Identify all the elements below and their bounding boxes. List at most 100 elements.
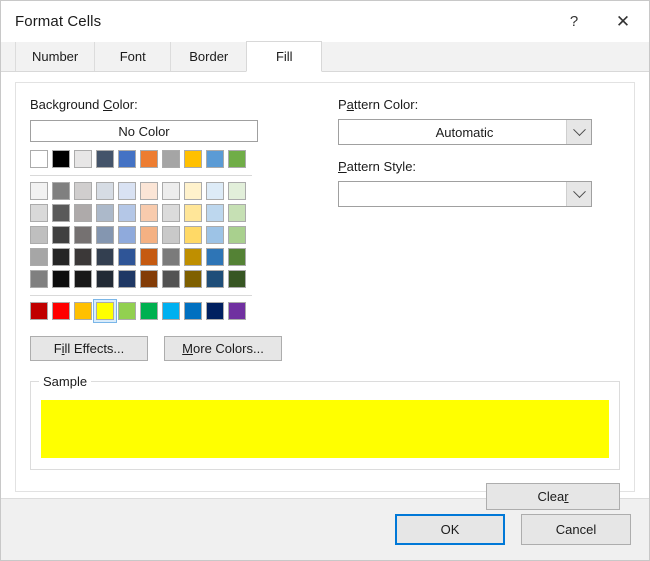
theme-swatch-3[interactable]: [96, 150, 114, 168]
tint-row-4: [30, 270, 252, 292]
tint-swatch-2-9[interactable]: [228, 226, 246, 244]
tint-swatch-3-5[interactable]: [140, 248, 158, 266]
tint-swatch-0-1[interactable]: [52, 182, 70, 200]
standard-swatch-4[interactable]: [118, 302, 136, 320]
tab-number[interactable]: Number: [15, 42, 94, 71]
standard-swatch-3[interactable]: [96, 302, 114, 320]
theme-swatch-9[interactable]: [228, 150, 246, 168]
tint-swatch-2-4[interactable]: [118, 226, 136, 244]
tint-swatch-3-6[interactable]: [162, 248, 180, 266]
tint-swatch-1-5[interactable]: [140, 204, 158, 222]
tint-swatch-2-3[interactable]: [96, 226, 114, 244]
theme-swatch-5[interactable]: [140, 150, 158, 168]
tint-swatch-1-3[interactable]: [96, 204, 114, 222]
tint-swatch-0-0[interactable]: [30, 182, 48, 200]
standard-swatch-9[interactable]: [228, 302, 246, 320]
pattern-section: Pattern Color: Automatic Pattern Style:: [338, 97, 600, 207]
close-icon[interactable]: ✕: [597, 1, 649, 42]
title-bar: Format Cells ? ✕: [1, 1, 649, 42]
standard-swatch-0[interactable]: [30, 302, 48, 320]
palette-divider-top: [30, 175, 252, 176]
theme-swatch-8[interactable]: [206, 150, 224, 168]
tint-swatch-0-3[interactable]: [96, 182, 114, 200]
tint-swatch-2-2[interactable]: [74, 226, 92, 244]
tint-row-0: [30, 182, 252, 204]
chevron-down-icon[interactable]: [566, 182, 591, 206]
tint-swatch-0-7[interactable]: [184, 182, 202, 200]
tint-swatch-1-4[interactable]: [118, 204, 136, 222]
tint-swatch-4-1[interactable]: [52, 270, 70, 288]
tint-swatch-3-9[interactable]: [228, 248, 246, 266]
tint-swatch-3-3[interactable]: [96, 248, 114, 266]
tint-swatch-3-8[interactable]: [206, 248, 224, 266]
help-icon[interactable]: ?: [551, 1, 597, 42]
tab-fill[interactable]: Fill: [246, 41, 322, 72]
standard-swatch-7[interactable]: [184, 302, 202, 320]
tint-row-3: [30, 248, 252, 270]
standard-colors-row: [30, 302, 252, 324]
tint-swatch-3-7[interactable]: [184, 248, 202, 266]
format-cells-dialog: Format Cells ? ✕ Number Font Border Fill…: [0, 0, 650, 561]
standard-swatch-2[interactable]: [74, 302, 92, 320]
tint-swatch-4-0[interactable]: [30, 270, 48, 288]
tint-swatch-2-7[interactable]: [184, 226, 202, 244]
tint-swatch-4-2[interactable]: [74, 270, 92, 288]
tint-swatch-4-3[interactable]: [96, 270, 114, 288]
theme-colors-row: [30, 150, 252, 172]
theme-swatch-4[interactable]: [118, 150, 136, 168]
tint-swatch-1-1[interactable]: [52, 204, 70, 222]
standard-swatch-6[interactable]: [162, 302, 180, 320]
theme-swatch-0[interactable]: [30, 150, 48, 168]
standard-swatch-8[interactable]: [206, 302, 224, 320]
tint-swatch-4-8[interactable]: [206, 270, 224, 288]
tint-swatch-0-8[interactable]: [206, 182, 224, 200]
chevron-down-icon[interactable]: [566, 120, 591, 144]
theme-swatch-6[interactable]: [162, 150, 180, 168]
tint-swatch-2-0[interactable]: [30, 226, 48, 244]
tint-swatch-3-2[interactable]: [74, 248, 92, 266]
fill-panel-frame: Background Color: No Color: [15, 82, 635, 492]
tint-swatch-0-2[interactable]: [74, 182, 92, 200]
tint-rows-group: [30, 182, 252, 292]
window-title: Format Cells: [15, 13, 551, 30]
no-color-button[interactable]: No Color: [30, 120, 258, 142]
theme-swatch-1[interactable]: [52, 150, 70, 168]
tab-font[interactable]: Font: [94, 42, 170, 71]
tint-swatch-1-2[interactable]: [74, 204, 92, 222]
tint-swatch-3-1[interactable]: [52, 248, 70, 266]
theme-swatch-2[interactable]: [74, 150, 92, 168]
fill-effects-button[interactable]: Fill Effects...: [30, 336, 148, 361]
clear-button[interactable]: Clear: [486, 483, 620, 510]
cancel-button[interactable]: Cancel: [521, 514, 631, 545]
tint-swatch-1-7[interactable]: [184, 204, 202, 222]
theme-swatch-7[interactable]: [184, 150, 202, 168]
tint-swatch-2-6[interactable]: [162, 226, 180, 244]
tint-swatch-4-9[interactable]: [228, 270, 246, 288]
standard-swatch-1[interactable]: [52, 302, 70, 320]
pattern-style-combobox[interactable]: [338, 181, 592, 207]
tint-swatch-2-8[interactable]: [206, 226, 224, 244]
more-colors-button[interactable]: More Colors...: [164, 336, 282, 361]
tint-swatch-1-9[interactable]: [228, 204, 246, 222]
pattern-color-label: Pattern Color:: [338, 97, 600, 112]
tint-swatch-3-4[interactable]: [118, 248, 136, 266]
tint-swatch-1-0[interactable]: [30, 204, 48, 222]
tint-swatch-2-5[interactable]: [140, 226, 158, 244]
tab-border[interactable]: Border: [170, 42, 246, 71]
tint-swatch-3-0[interactable]: [30, 248, 48, 266]
tint-swatch-1-6[interactable]: [162, 204, 180, 222]
tint-swatch-4-4[interactable]: [118, 270, 136, 288]
tint-swatch-0-6[interactable]: [162, 182, 180, 200]
ok-button[interactable]: OK: [395, 514, 505, 545]
tint-swatch-4-7[interactable]: [184, 270, 202, 288]
tint-swatch-0-5[interactable]: [140, 182, 158, 200]
tint-swatch-4-5[interactable]: [140, 270, 158, 288]
pattern-color-combobox[interactable]: Automatic: [338, 119, 592, 145]
tint-swatch-1-8[interactable]: [206, 204, 224, 222]
tint-swatch-0-4[interactable]: [118, 182, 136, 200]
standard-swatch-5[interactable]: [140, 302, 158, 320]
tint-swatch-0-9[interactable]: [228, 182, 246, 200]
tint-swatch-2-1[interactable]: [52, 226, 70, 244]
tab-strip: Number Font Border Fill: [1, 42, 649, 72]
tint-swatch-4-6[interactable]: [162, 270, 180, 288]
